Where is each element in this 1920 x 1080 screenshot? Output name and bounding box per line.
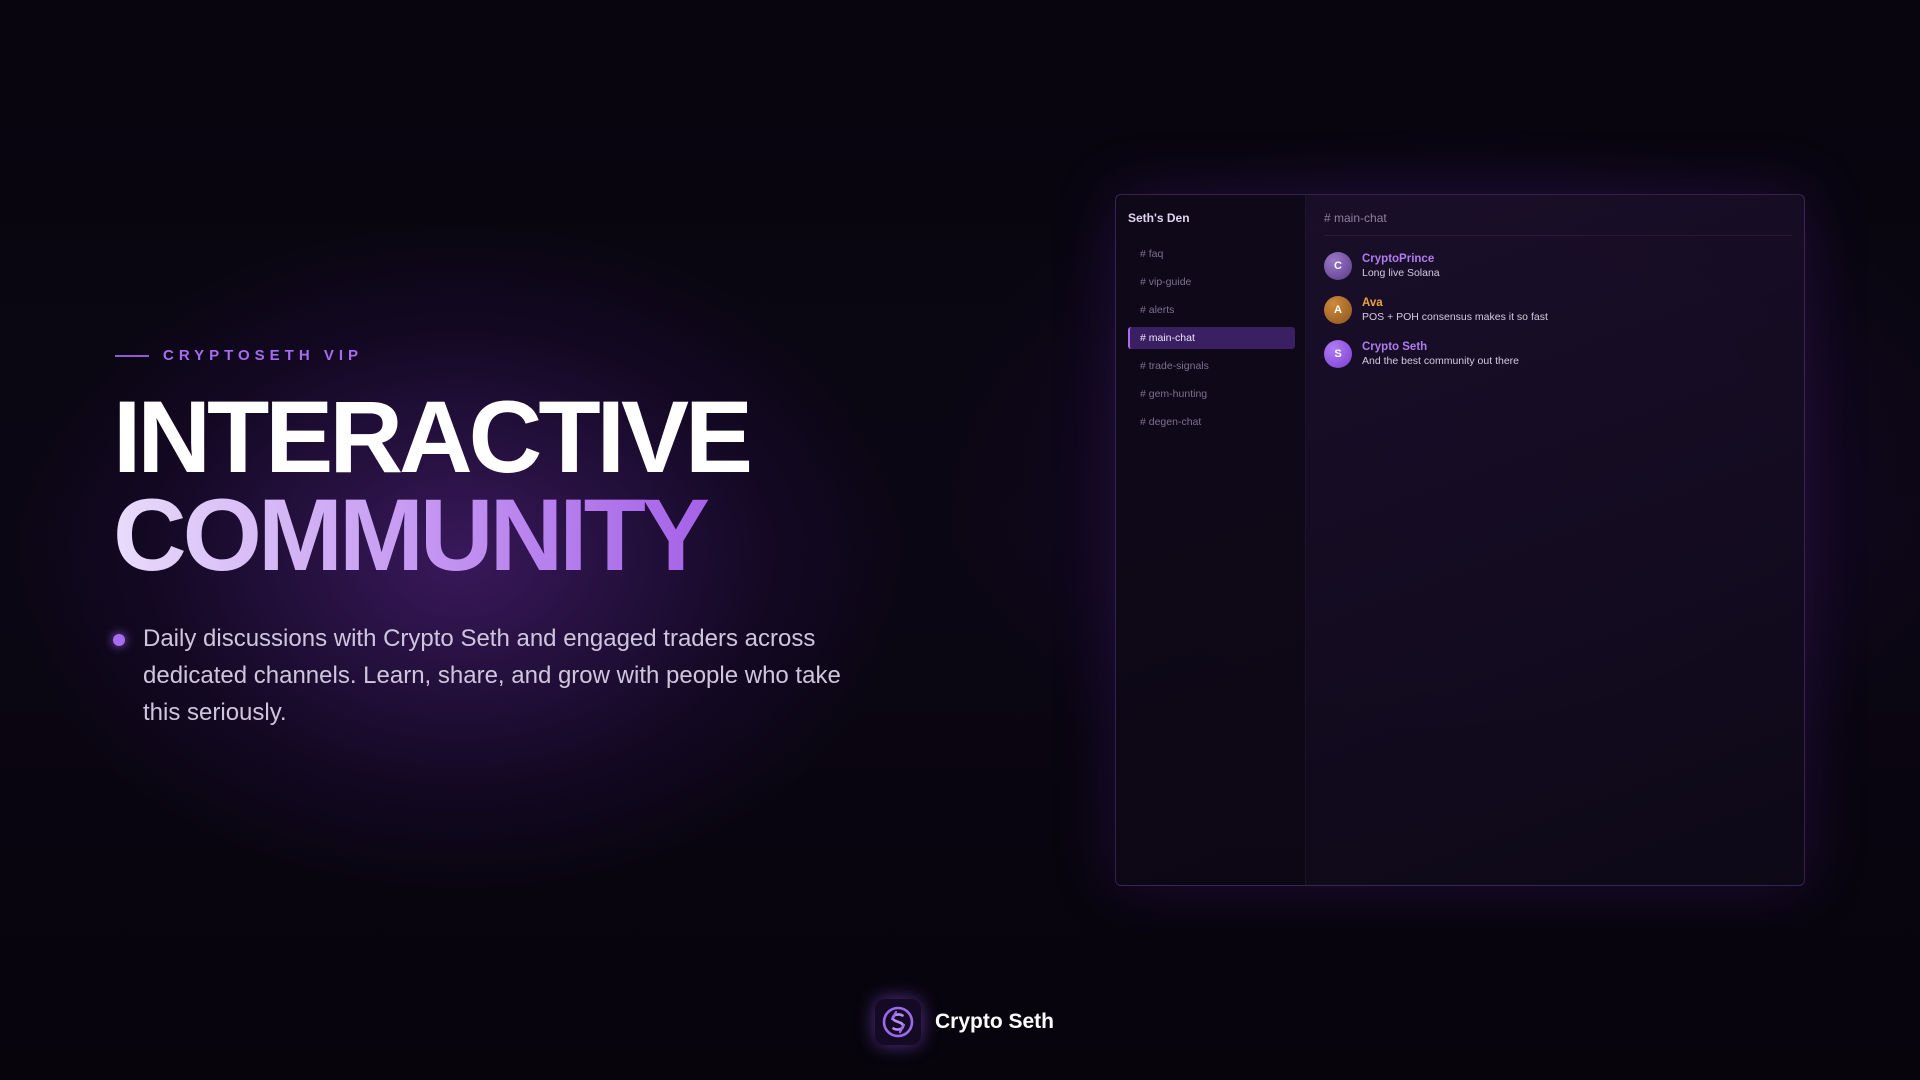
channel-vip-guide[interactable]: # vip-guide <box>1128 271 1295 293</box>
chat-panel: # main-chat C CryptoPrince Long live Sol… <box>1306 195 1804 885</box>
message-body: Ava POS + POH consensus makes it so fast <box>1362 297 1548 323</box>
chat-message: A Ava POS + POH consensus makes it so fa… <box>1324 292 1792 328</box>
bullet-dot-icon <box>113 634 125 646</box>
eyebrow-label: CRYPTOSETH VIP <box>163 347 364 364</box>
feature-bullet: Daily discussions with Crypto Seth and e… <box>113 620 873 731</box>
channel-faq[interactable]: # faq <box>1128 243 1295 265</box>
avatar[interactable]: S <box>1324 340 1352 368</box>
eyebrow-divider <box>115 354 149 357</box>
crypto-seth-logo-icon <box>875 999 921 1045</box>
channel-trade-signals[interactable]: # trade-signals <box>1128 355 1295 377</box>
eyebrow: CRYPTOSETH VIP <box>115 347 363 364</box>
channel-alerts[interactable]: # alerts <box>1128 299 1295 321</box>
message-body: CryptoPrince Long live Solana <box>1362 253 1440 279</box>
message-text: Long live Solana <box>1362 267 1440 279</box>
server-name: Seth's Den <box>1128 211 1190 225</box>
feature-description: Daily discussions with Crypto Seth and e… <box>143 625 841 726</box>
avatar[interactable]: A <box>1324 296 1352 324</box>
channel-gem-hunting[interactable]: # gem-hunting <box>1128 383 1295 405</box>
message-author[interactable]: Crypto Seth <box>1362 341 1519 353</box>
message-text: And the best community out there <box>1362 355 1520 367</box>
community-app-preview: Seth's Den # faq # vip-guide # alerts # … <box>1115 194 1805 886</box>
headline: INTERACTIVE COMMUNITY <box>113 380 753 586</box>
chat-message: C CryptoPrince Long live Solana <box>1324 248 1792 284</box>
channel-sidebar: Seth's Den # faq # vip-guide # alerts # … <box>1116 195 1306 885</box>
logo-mark-icon <box>882 1006 914 1038</box>
channel-main-chat[interactable]: # main-chat <box>1128 327 1295 349</box>
headline-line-1: INTERACTIVE <box>113 380 753 494</box>
chat-channel-header: # main-chat <box>1324 211 1792 236</box>
slide: CRYPTOSETH VIP INTERACTIVE COMMUNITY Dai… <box>0 0 1920 1080</box>
message-author[interactable]: Ava <box>1362 297 1548 309</box>
channel-degen-chat[interactable]: # degen-chat <box>1128 411 1295 433</box>
brand-name: Crypto Seth <box>935 1010 1055 1033</box>
message-text: POS + POH consensus makes it so fast <box>1362 311 1548 323</box>
message-author[interactable]: CryptoPrince <box>1362 253 1440 265</box>
headline-line-2: COMMUNITY <box>113 484 749 586</box>
chat-message: S Crypto Seth And the best community out… <box>1324 336 1792 372</box>
avatar[interactable]: C <box>1324 252 1352 280</box>
message-body: Crypto Seth And the best community out t… <box>1362 341 1519 367</box>
footer-brand: Crypto Seth <box>875 999 1054 1045</box>
